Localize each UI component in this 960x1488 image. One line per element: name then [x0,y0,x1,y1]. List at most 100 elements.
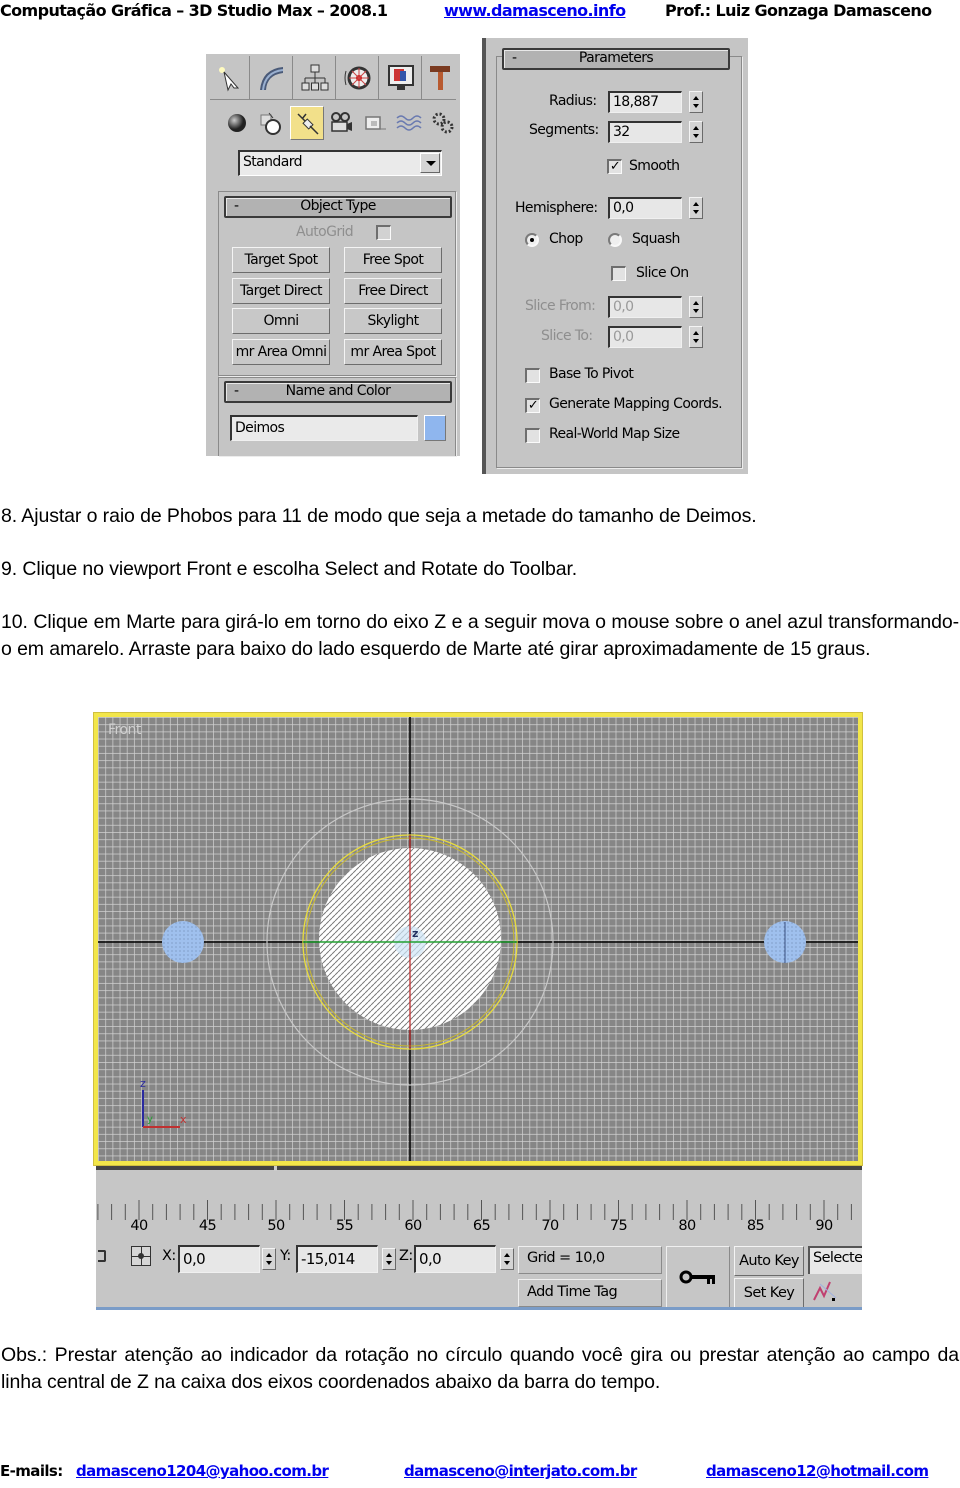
x-spinner[interactable] [262,1248,276,1270]
shapes-icon[interactable] [254,106,288,140]
time-slider-thumb[interactable] [274,1166,277,1171]
document-title: Computação Gráfica – 3D Studio Max – 200… [0,1,388,20]
parameters-header[interactable]: - Parameters [502,48,730,70]
timeline-tick-label: 55 [335,1218,354,1234]
autogrid-label: AutoGrid [296,224,354,240]
hierarchy-icon[interactable] [294,56,336,100]
omni-button[interactable]: Omni [232,308,330,334]
hemisphere-spinner[interactable] [689,197,703,219]
create-icon[interactable] [210,56,250,100]
observation-text: Obs.: Prestar atenção ao indicador da ro… [1,1344,959,1393]
mr-area-spot-button[interactable]: mr Area Spot [344,339,442,365]
default-in-out-tangent-button[interactable] [666,1246,730,1308]
timeline-tick-label: 70 [541,1218,559,1234]
skylight-button[interactable]: Skylight [344,308,442,334]
real-world-label: Real-World Map Size [549,426,680,442]
time-slider[interactable] [96,1166,862,1171]
email-link-hotmail[interactable]: damasceno12@hotmail.com [706,1462,929,1480]
y-coordinate-input[interactable]: -15,014 [296,1245,378,1273]
real-world-checkbox[interactable] [525,428,540,443]
object-category-dropdown[interactable]: Standard [238,150,442,176]
absolute-mode-icon[interactable] [131,1246,151,1266]
radius-spinner[interactable] [689,91,703,113]
email-link-yahoo[interactable]: damasceno1204@yahoo.com.br [76,1462,329,1480]
phobos-sphere[interactable] [162,921,204,963]
modify-icon[interactable] [251,56,293,100]
key-mode-curve-icon[interactable] [810,1278,840,1304]
object-color-swatch[interactable] [424,415,446,441]
space-warps-icon[interactable] [392,106,426,140]
create-panel: Standard - Object Type AutoGrid Target S… [206,54,460,456]
x-label: X: [162,1248,176,1264]
add-time-tag-button[interactable]: Add Time Tag [518,1279,662,1307]
chevron-down-icon[interactable] [420,153,440,173]
radius-input[interactable]: 18,887 [608,91,682,113]
email-link-interjato[interactable]: damasceno@interjato.com.br [404,1462,637,1480]
radius-label: Radius: [549,93,597,109]
timeline-tick-label: 50 [267,1218,285,1234]
base-to-pivot-label: Base To Pivot [549,366,634,382]
slice-from-spinner[interactable] [689,296,703,318]
target-direct-button[interactable]: Target Direct [232,278,330,304]
z-spinner[interactable] [500,1248,514,1270]
z-coordinate-input[interactable]: 0,0 [414,1245,496,1273]
front-viewport[interactable]: Front z z y x [94,713,862,1165]
hemisphere-input[interactable]: 0,0 [608,197,682,219]
mr-area-omni-button[interactable]: mr Area Omni [232,339,330,365]
tripod-y-label: y [147,1114,153,1125]
viewport-scene: z z y x [98,717,858,1161]
x-coordinate-input[interactable]: 0,0 [178,1245,260,1273]
free-spot-button[interactable]: Free Spot [344,247,442,273]
name-color-header[interactable]: - Name and Color [224,381,452,403]
display-icon[interactable] [380,56,422,100]
segments-input[interactable]: 32 [608,121,682,143]
rollout-title: Parameters [578,50,654,66]
cameras-icon[interactable] [324,106,358,140]
grid-display: Grid = 10,0 [518,1246,662,1274]
slice-to-input[interactable]: 0,0 [608,326,682,348]
timeline-tick-label: 60 [404,1218,422,1234]
chop-label: Chop [549,231,583,247]
squash-radio[interactable] [608,233,622,247]
free-direct-button[interactable]: Free Direct [344,278,442,304]
timeline-tick-label: 90 [815,1218,833,1234]
lock-icon[interactable] [98,1250,106,1262]
generate-mapping-checkbox[interactable]: ✓ [525,398,540,413]
scrollbar-track[interactable] [482,38,486,474]
smooth-label: Smooth [629,158,680,174]
key-filter-dropdown[interactable]: Selecte [808,1246,862,1274]
slice-from-input[interactable]: 0,0 [608,296,682,318]
parameters-panel: - Parameters Radius: 18,887 Segments: 32… [482,38,748,474]
systems-icon[interactable] [426,106,460,140]
track-bar[interactable]: 40 45 50 55 60 65 70 75 80 85 90 [96,1196,862,1246]
timeline-tick-label: 40 [130,1218,148,1234]
y-spinner[interactable] [382,1248,396,1270]
tripod-z-label: z [140,1077,146,1090]
target-spot-button[interactable]: Target Spot [232,247,330,273]
object-name-input[interactable]: Deimos [230,415,418,441]
geometry-icon[interactable] [220,106,254,140]
slice-on-checkbox[interactable] [611,266,626,281]
emails-label: E-mails: [0,1462,63,1480]
smooth-checkbox[interactable]: ✓ [607,159,622,174]
set-key-button[interactable]: Set Key [734,1278,804,1308]
helpers-icon[interactable] [358,106,392,140]
y-label: Y: [280,1248,291,1264]
chop-radio[interactable] [525,233,539,247]
autogrid-checkbox[interactable] [376,225,391,240]
auto-key-button[interactable]: Auto Key [734,1246,804,1276]
key-icon [679,1270,715,1284]
utilities-icon[interactable] [423,56,456,100]
base-to-pivot-checkbox[interactable] [525,368,540,383]
slice-to-spinner[interactable] [689,326,703,348]
page-footer: E-mails: damasceno1204@yahoo.com.br dama… [0,1462,960,1484]
motion-icon[interactable] [337,56,379,100]
dropdown-value: Standard [243,154,302,170]
website-link[interactable]: www.damasceno.info [444,1,626,20]
lights-icon[interactable] [290,106,324,140]
segments-spinner[interactable] [689,121,703,143]
slice-on-label: Slice On [636,265,689,281]
step-8-text: 8. Ajustar o raio de Phobos para 11 de m… [1,505,757,527]
object-type-header[interactable]: - Object Type [224,196,452,218]
slice-from-label: Slice From: [525,298,596,314]
